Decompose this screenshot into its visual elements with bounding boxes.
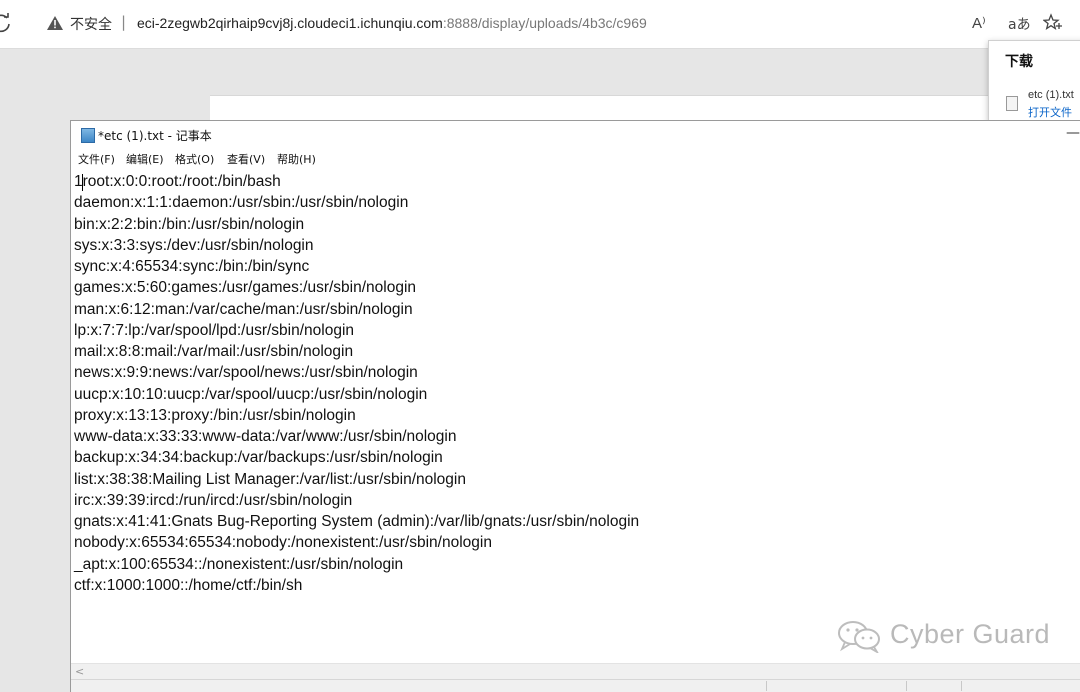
wechat-icon: [838, 621, 880, 653]
status-divider: [961, 681, 962, 691]
browser-toolbar: 不安全 | eci-2zegwb2qirhaip9cvj8j.cloudeci1…: [0, 0, 1080, 49]
menu-bar: 文件(F) 编辑(E) 格式(O) 查看(V) 帮助(H): [71, 149, 1080, 169]
text-line: man:x:6:12:man:/var/cache/man:/usr/sbin/…: [74, 300, 413, 318]
address-separator: |: [121, 13, 127, 31]
status-divider: [906, 681, 907, 691]
text-line: bin:x:2:2:bin:/bin:/usr/sbin/nologin: [74, 215, 305, 233]
watermark-text: Cyber Guard: [890, 619, 1051, 649]
text-line: sync:x:4:65534:sync:/bin:/bin/sync: [74, 258, 310, 275]
address-bar[interactable]: eci-2zegwb2qirhaip9cvj8j.cloudeci1.ichun…: [137, 15, 647, 31]
horizontal-scrollbar[interactable]: <: [71, 663, 1080, 680]
text-line: sys:x:3:3:sys:/dev:/usr/sbin/nologin: [74, 236, 314, 254]
security-status-label[interactable]: 不安全: [70, 14, 112, 34]
text-line: lp:x:7:7:lp:/var/spool/lpd:/usr/sbin/nol…: [74, 321, 355, 339]
text-line: games:x:5:60:games:/usr/games:/usr/sbin/…: [74, 279, 417, 297]
text-lines: 1root:x:0:0:root:/root:/bin/bash daemon:x…: [74, 171, 639, 596]
text-line: news:x:9:9:news:/var/spool/news:/usr/sbi…: [74, 364, 418, 382]
text-line: nobody:x:65534:65534:nobody:/nonexistent…: [74, 534, 492, 552]
text-caret: [82, 174, 83, 191]
window-title: *etc (1).txt - 记事本: [98, 129, 212, 143]
notepad-icon: [81, 128, 95, 143]
menu-help[interactable]: 帮助(H): [276, 151, 317, 167]
menu-file[interactable]: 文件(F): [77, 151, 116, 167]
favorite-star-icon[interactable]: [1043, 13, 1063, 33]
text-line: daemon:x:1:1:daemon:/usr/sbin:/usr/sbin/…: [74, 194, 409, 212]
file-icon: [1006, 96, 1018, 111]
text-line: 1root:x:0:0:root:/root:/bin/bash: [74, 173, 281, 190]
text-line: www-data:x:33:33:www-data:/var/www:/usr/…: [74, 428, 457, 445]
text-line: mail:x:8:8:mail:/var/mail:/usr/sbin/nolo…: [74, 343, 354, 360]
url-path: :8888/display/uploads/4b3c/c969: [442, 15, 647, 31]
notepad-window: *etc (1).txt - 记事本 — 文件(F) 编辑(E) 格式(O) 查…: [70, 120, 1080, 692]
title-bar[interactable]: *etc (1).txt - 记事本 —: [71, 121, 1080, 147]
minimize-button[interactable]: —: [1066, 121, 1080, 145]
menu-format[interactable]: 格式(O): [174, 151, 215, 167]
text-editor[interactable]: 1root:x:0:0:root:/root:/bin/bash daemon:x…: [71, 169, 1080, 663]
text-line: gnats:x:41:41:Gnats Bug-Reporting System…: [74, 513, 640, 530]
read-aloud-icon[interactable]: A⁾: [972, 14, 986, 32]
text-line: proxy:x:13:13:proxy:/bin:/usr/sbin/nolog…: [74, 406, 356, 424]
download-filename[interactable]: etc (1).txt: [1028, 89, 1074, 101]
text-line: ctf:x:1000:1000::/home/ctf:/bin/sh: [74, 576, 303, 594]
scroll-left-icon[interactable]: <: [75, 664, 84, 680]
reload-icon[interactable]: [0, 12, 12, 34]
menu-edit[interactable]: 编辑(E): [125, 151, 165, 167]
watermark: Cyber Guard: [836, 617, 1056, 657]
menu-view[interactable]: 查看(V): [226, 151, 266, 167]
status-divider: [766, 681, 767, 691]
downloads-panel: 下载 etc (1).txt 打开文件: [988, 40, 1080, 122]
translate-icon[interactable]: aあ: [1008, 14, 1031, 34]
text-line: backup:x:34:34:backup:/var/backups:/usr/…: [74, 449, 443, 467]
text-line: irc:x:39:39:ircd:/run/ircd:/usr/sbin/nol…: [74, 491, 353, 509]
downloads-title: 下载: [1005, 54, 1033, 70]
url-host: eci-2zegwb2qirhaip9cvj8j.cloudeci1.ichun…: [137, 15, 443, 31]
open-file-link[interactable]: 打开文件: [1028, 104, 1072, 120]
text-line: uucp:x:10:10:uucp:/var/spool/uucp:/usr/s…: [74, 385, 428, 403]
status-bar: [71, 679, 1080, 692]
warning-icon[interactable]: [46, 15, 64, 31]
text-line: list:x:38:38:Mailing List Manager:/var/l…: [74, 470, 466, 488]
text-line: _apt:x:100:65534::/nonexistent:/usr/sbin…: [74, 555, 404, 573]
